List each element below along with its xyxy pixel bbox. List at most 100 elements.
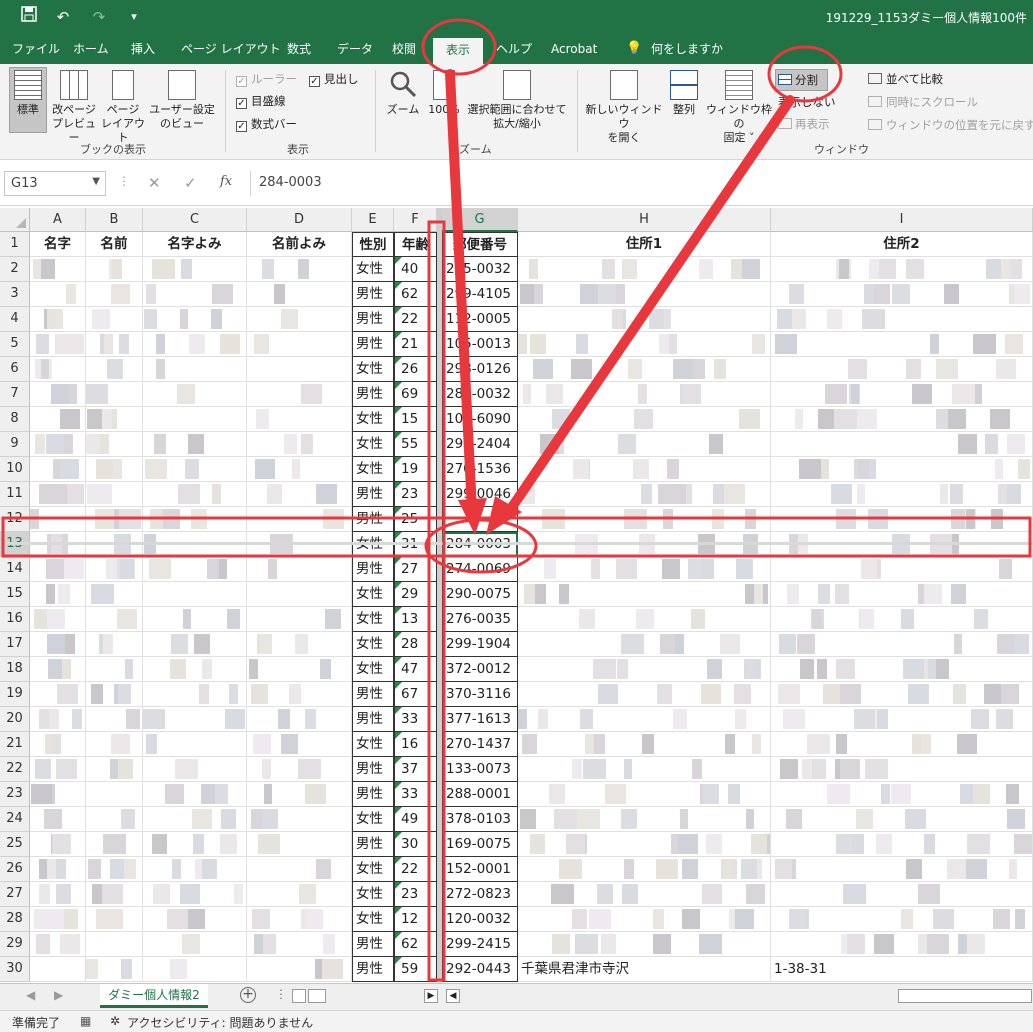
zip-cell[interactable]: 100-6090 [442, 407, 518, 432]
zip-cell[interactable]: 299-2404 [442, 432, 518, 457]
table-cell[interactable] [247, 732, 352, 757]
table-cell[interactable] [247, 507, 352, 532]
table-cell[interactable] [86, 882, 143, 907]
zoom-to-selection-button[interactable]: 選択範囲に合わせて 拡大/縮小 [466, 70, 568, 131]
table-cell[interactable] [30, 957, 86, 982]
scroll-left-icon[interactable] [292, 989, 306, 1003]
age-cell[interactable]: 23 [394, 882, 437, 907]
vertical-split-bar[interactable] [437, 208, 442, 983]
gender-cell[interactable]: 男性 [352, 782, 394, 807]
table-cell[interactable] [30, 407, 86, 432]
age-cell[interactable]: 23 [394, 482, 437, 507]
gridlines-checkbox[interactable]: ✓ 目盛線 [236, 93, 286, 109]
scroll-right-icon[interactable]: ▶ [424, 989, 438, 1003]
row-header[interactable]: 29 [0, 932, 30, 957]
age-cell[interactable]: 22 [394, 307, 437, 332]
table-cell[interactable] [518, 382, 771, 407]
zip-cell[interactable]: 299-0046 [442, 482, 518, 507]
age-cell[interactable]: 16 [394, 732, 437, 757]
table-cell[interactable] [518, 782, 771, 807]
table-cell[interactable] [143, 882, 247, 907]
row-header[interactable]: 26 [0, 857, 30, 882]
table-cell[interactable] [518, 682, 771, 707]
header-cell[interactable]: 名字よみ [143, 232, 247, 257]
column-header-h[interactable]: H [518, 208, 771, 232]
table-cell[interactable] [30, 807, 86, 832]
age-cell[interactable]: 33 [394, 707, 437, 732]
gender-cell[interactable]: 女性 [352, 432, 394, 457]
name-box[interactable]: G13 ▼ [4, 171, 106, 196]
table-cell[interactable] [518, 432, 771, 457]
table-cell[interactable] [247, 557, 352, 582]
tab-page-layout[interactable]: ページ レイアウト [181, 40, 281, 64]
zip-cell[interactable]: 276-0035 [442, 607, 518, 632]
table-cell[interactable] [143, 307, 247, 332]
table-cell[interactable] [771, 932, 1033, 957]
table-cell[interactable] [771, 907, 1033, 932]
age-cell[interactable]: 62 [394, 932, 437, 957]
zip-cell[interactable]: 290-0075 [442, 582, 518, 607]
table-cell[interactable] [518, 357, 771, 382]
age-cell[interactable]: 26 [394, 357, 437, 382]
zip-cell[interactable]: 169-0075 [442, 832, 518, 857]
next-sheet-icon[interactable]: ▶ [54, 988, 63, 1002]
table-cell[interactable] [518, 632, 771, 657]
table-cell[interactable] [86, 907, 143, 932]
gender-cell[interactable]: 男性 [352, 482, 394, 507]
table-cell[interactable] [518, 732, 771, 757]
cancel-icon[interactable]: ✕ [148, 174, 161, 192]
zip-cell[interactable]: 152-0001 [442, 857, 518, 882]
age-cell[interactable]: 40 [394, 257, 437, 282]
zip-cell[interactable] [442, 507, 518, 532]
enter-icon[interactable]: ✓ [184, 174, 197, 192]
gender-cell[interactable]: 男性 [352, 507, 394, 532]
page-layout-button[interactable]: ページ レイアウト [99, 70, 147, 145]
table-cell[interactable] [771, 832, 1033, 857]
row-header[interactable]: 24 [0, 807, 30, 832]
zip-cell[interactable]: 133-0073 [442, 757, 518, 782]
table-cell[interactable] [518, 757, 771, 782]
zip-cell[interactable]: 372-0012 [442, 657, 518, 682]
header-cell[interactable]: 住所1 [518, 232, 771, 257]
age-cell[interactable]: 21 [394, 332, 437, 357]
row-header[interactable]: 2 [0, 257, 30, 282]
age-cell[interactable]: 12 [394, 907, 437, 932]
table-cell[interactable] [30, 307, 86, 332]
gender-cell[interactable]: 男性 [352, 932, 394, 957]
table-cell[interactable] [143, 932, 247, 957]
table-cell[interactable] [247, 432, 352, 457]
table-cell[interactable] [143, 657, 247, 682]
gender-cell[interactable]: 女性 [352, 907, 394, 932]
table-cell[interactable] [247, 257, 352, 282]
new-window-button[interactable]: 新しいウィンドウ を開く [584, 70, 664, 145]
table-cell[interactable] [86, 382, 143, 407]
age-cell[interactable]: 37 [394, 757, 437, 782]
gender-cell[interactable]: 女性 [352, 657, 394, 682]
gender-cell[interactable]: 男性 [352, 757, 394, 782]
table-cell[interactable] [247, 782, 352, 807]
table-cell[interactable] [771, 307, 1033, 332]
header-cell[interactable]: 性別 [352, 232, 394, 257]
table-cell[interactable] [143, 807, 247, 832]
table-cell[interactable] [518, 657, 771, 682]
formula-input[interactable]: 284-0003 [250, 171, 1030, 196]
row-header[interactable]: 23 [0, 782, 30, 807]
row-header[interactable]: 10 [0, 457, 30, 482]
table-cell[interactable] [143, 382, 247, 407]
zip-cell[interactable]: 288-0001 [442, 782, 518, 807]
hide-window-button[interactable]: 表示しない [778, 94, 836, 110]
table-cell[interactable] [518, 807, 771, 832]
gender-cell[interactable]: 女性 [352, 357, 394, 382]
table-cell[interactable] [30, 657, 86, 682]
column-header-c[interactable]: C [143, 208, 247, 232]
table-cell[interactable] [30, 557, 86, 582]
table-cell[interactable] [143, 857, 247, 882]
tab-insert[interactable]: 挿入 [131, 40, 155, 64]
row-header[interactable]: 1 [0, 232, 30, 257]
table-cell[interactable] [518, 307, 771, 332]
table-cell[interactable] [30, 332, 86, 357]
scroll-left-icon[interactable]: ◀ [446, 989, 460, 1003]
table-cell[interactable] [771, 657, 1033, 682]
sheet-tab[interactable]: ダミー個人情報2 [100, 984, 208, 1008]
table-cell[interactable] [771, 357, 1033, 382]
